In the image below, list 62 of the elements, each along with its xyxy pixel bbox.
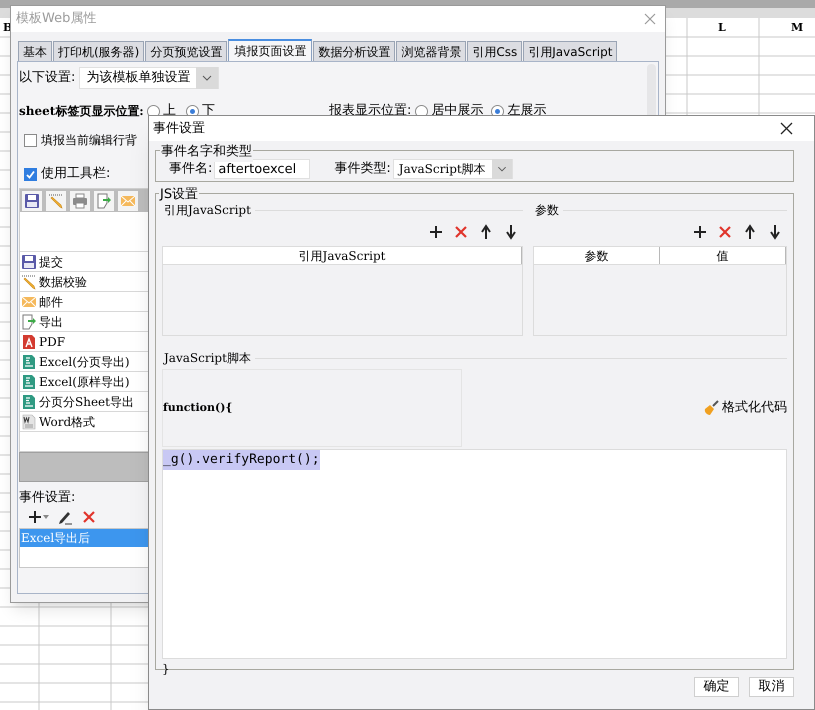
delete-icon[interactable] [81, 509, 97, 525]
column-header: L [718, 20, 726, 36]
section-title: 参数 [534, 202, 559, 219]
field-label: 事件类型: [334, 160, 391, 178]
field-label: 事件名: [169, 160, 212, 178]
field-label: 以下设置: [19, 69, 76, 88]
delete-icon[interactable] [453, 224, 469, 240]
dialog-button[interactable]: 确定 [694, 677, 739, 697]
add-icon[interactable] [428, 224, 444, 240]
checkbox-label: 使用工具栏: [41, 165, 110, 184]
pencil-icon [48, 192, 64, 208]
printer-icon [72, 192, 88, 208]
code-text: function(){ [163, 400, 233, 416]
type-dropdown[interactable]: JavaScript脚本 [392, 159, 513, 179]
tab[interactable]: 基本 [18, 41, 52, 61]
checkbox[interactable] [24, 168, 37, 180]
brush-icon [703, 400, 719, 416]
tab[interactable]: 浏览器背景 [396, 41, 466, 61]
section-title: 引用JavaScript [163, 202, 251, 219]
field-label: sheet标签页显示位置: [19, 103, 145, 120]
code-text: _g().verifyReport(); [163, 450, 320, 470]
name-field[interactable]: aftertoexcel [214, 159, 310, 179]
radio-label: 上 [163, 102, 176, 120]
toolbar-button[interactable] [46, 190, 66, 210]
column-header[interactable]: 引用JavaScript [163, 247, 522, 264]
delete-icon[interactable] [717, 224, 733, 240]
column-header[interactable]: 参数 [534, 247, 660, 264]
add-icon[interactable] [692, 224, 708, 240]
window-title: 事件设置 [153, 120, 205, 138]
section-title: JavaScript脚本 [162, 350, 251, 367]
section-label: 事件设置: [19, 489, 76, 506]
close-icon[interactable] [780, 122, 793, 135]
toolbar-button[interactable] [94, 190, 114, 210]
add-button[interactable] [27, 509, 49, 525]
tab[interactable]: 引用Css [467, 41, 522, 61]
code-text: } [162, 661, 171, 678]
caret-icon [43, 514, 49, 520]
tab[interactable]: 数据分析设置 [313, 41, 396, 61]
tab[interactable]: 打印机(服务器) [53, 41, 144, 61]
dialog-button[interactable]: 取消 [749, 677, 794, 697]
format-code-button[interactable]: 格式化代码 [703, 398, 787, 418]
tab[interactable]: 填报页面设置 [228, 39, 312, 61]
pencil-icon [21, 274, 37, 290]
radio-label: 左展示 [507, 102, 546, 120]
window-title: 模板Web属性 [16, 10, 96, 28]
plus-icon[interactable] [27, 509, 43, 525]
checkbox[interactable] [24, 134, 37, 146]
column-header: M [791, 20, 804, 36]
code-editor[interactable]: _g().verifyReport(); [162, 449, 787, 659]
tab[interactable]: 分页预览设置 [145, 41, 228, 61]
column-header[interactable]: 值 [660, 247, 786, 264]
field-label: 报表显示位置: [329, 102, 412, 120]
radio-label: 下 [202, 102, 215, 120]
export-icon [96, 192, 112, 208]
toolbar-button[interactable] [22, 190, 42, 210]
settings-dropdown[interactable]: 为该模板单独设置 [79, 67, 220, 89]
radio-label: 居中展示 [431, 102, 484, 120]
tab[interactable]: 引用JavaScript [523, 41, 618, 61]
checkbox-label: 填报当前编辑行背 [41, 132, 137, 149]
pencil-icon[interactable] [57, 509, 73, 525]
group-title: 事件名字和类型 [160, 142, 253, 162]
toolbar-button[interactable] [70, 190, 90, 210]
